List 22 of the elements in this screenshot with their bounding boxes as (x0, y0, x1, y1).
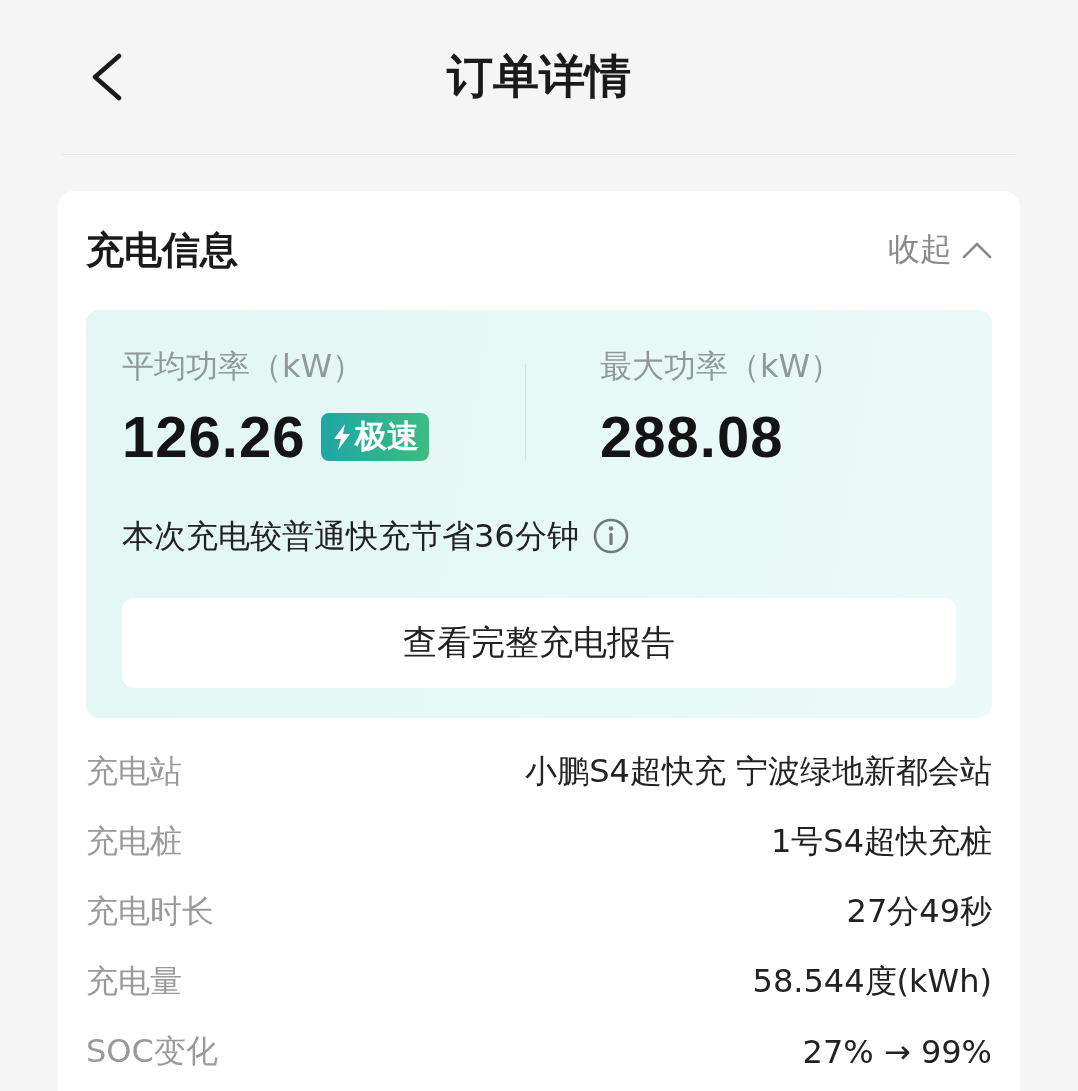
metric-value: 288.08 (600, 404, 784, 470)
view-report-button[interactable]: 查看完整充电报告 (122, 598, 956, 688)
detail-value: 1号S4超快充桩 (770, 821, 992, 862)
detail-label: SOC变化 (86, 1031, 218, 1072)
detail-value: 27% → 99% (802, 1033, 992, 1071)
detail-label: 充电桩 (86, 821, 182, 862)
info-icon (592, 518, 629, 554)
detail-label: 充电量 (86, 961, 182, 1002)
metric-value: 126.26 (122, 404, 306, 470)
detail-label: 充电时长 (86, 891, 214, 932)
time-saved-note: 本次充电较普通快充节省36分钟 (122, 516, 579, 556)
badge-text: 极速 (355, 416, 420, 457)
card-title: 充电信息 (86, 226, 238, 274)
detail-value: 小鹏S4超快充 宁波绿地新都会站 (525, 751, 992, 792)
metric-label: 最大功率（kW） (600, 346, 843, 386)
page-title: 订单详情 (447, 48, 631, 105)
info-button[interactable] (592, 518, 629, 554)
detail-value: 27分49秒 (846, 891, 992, 932)
detail-value: 58.544度(kWh) (752, 961, 992, 1002)
lightning-icon (333, 424, 352, 450)
metric-label: 平均功率（kW） (122, 346, 365, 386)
detail-label: 充电站 (86, 751, 182, 792)
